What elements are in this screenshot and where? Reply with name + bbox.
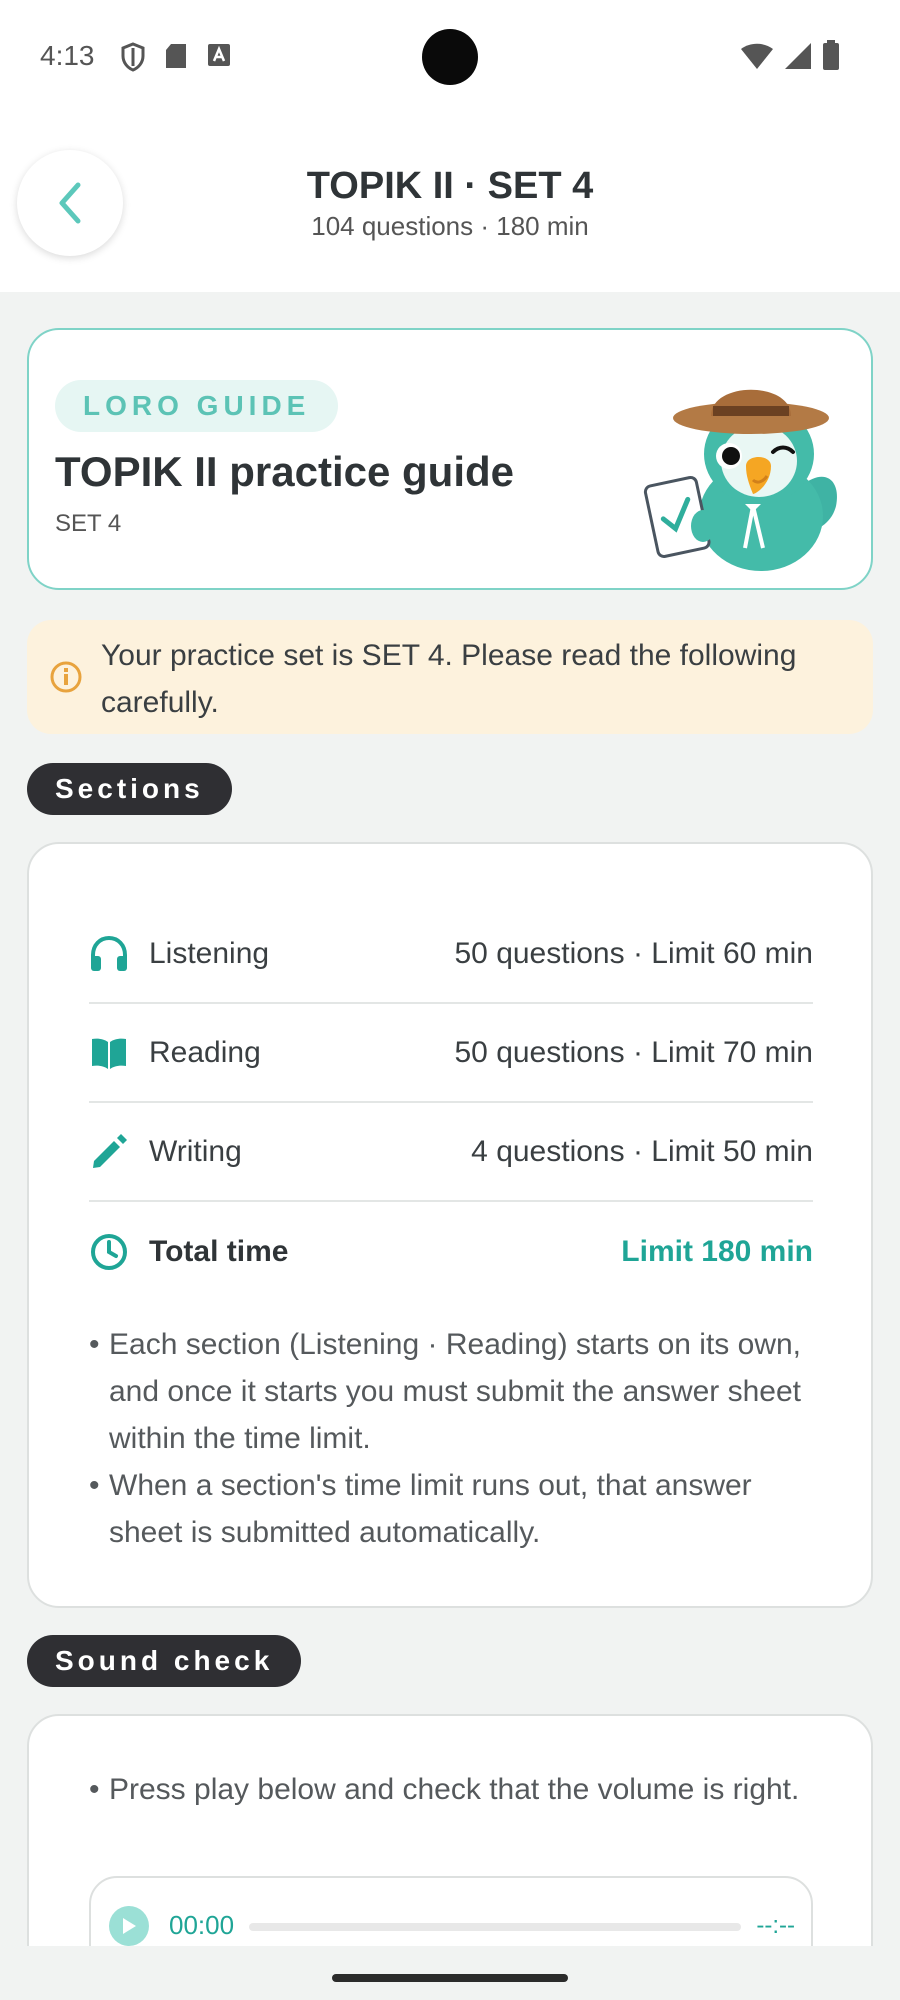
- page-title: TOPIK II · SET 4: [306, 165, 594, 207]
- player-duration: --:--: [756, 1912, 795, 1939]
- parrot-mascot-illustration: [643, 389, 837, 571]
- font-icon: [208, 44, 230, 66]
- sections-heading: Sections: [27, 763, 232, 815]
- section-row-total: Total time Limit 180 min: [89, 1202, 813, 1301]
- section-row-reading: Reading 50 questions · Limit 70 min: [89, 1004, 813, 1103]
- play-icon: [123, 1918, 136, 1934]
- info-icon: [50, 661, 82, 693]
- row-value: 4 questions · Limit 50 min: [471, 1134, 813, 1168]
- row-label: Listening: [149, 936, 270, 970]
- list-item: Press play below and check that the volu…: [89, 1766, 829, 1813]
- system-nav-bar: [0, 1946, 900, 2000]
- book-icon: [89, 1033, 129, 1073]
- status-icons-left: [120, 42, 232, 72]
- signal-icon: [785, 43, 811, 69]
- sound-check-heading: Sound check: [27, 1635, 302, 1687]
- guide-card: LORO GUIDE TOPIK II practice guide SET 4: [27, 328, 873, 590]
- page-subtitle: 104 questions · 180 min: [311, 211, 589, 241]
- status-bar: 4:13: [0, 0, 900, 115]
- row-label: Writing: [149, 1134, 242, 1168]
- pencil-icon: [89, 1132, 129, 1172]
- row-value: 50 questions · Limit 70 min: [454, 1035, 813, 1069]
- row-label: Total time: [149, 1234, 289, 1268]
- header: TOPIK II · SET 4 104 questions · 180 min: [0, 115, 900, 292]
- row-value: 50 questions · Limit 60 min: [454, 936, 813, 970]
- status-time: 4:13: [40, 40, 95, 71]
- sound-check-notes: Press play below and check that the volu…: [89, 1766, 829, 1813]
- shield-icon: [121, 42, 145, 72]
- guide-title: TOPIK II practice guide: [55, 448, 515, 495]
- list-item: Each section (Listening · Reading) start…: [89, 1321, 829, 1462]
- status-icons-right: [740, 40, 840, 70]
- sections-card: Listening 50 questions · Limit 60 min Re…: [27, 842, 873, 1608]
- notice-banner: Your practice set is SET 4. Please read …: [27, 620, 873, 734]
- sd-card-icon: [166, 44, 186, 68]
- headphones-icon: [89, 934, 129, 974]
- section-row-writing: Writing 4 questions · Limit 50 min: [89, 1103, 813, 1202]
- row-label: Reading: [149, 1035, 261, 1069]
- sections-notes: Each section (Listening · Reading) start…: [89, 1321, 829, 1556]
- clock-icon: [89, 1232, 129, 1272]
- player-current-time: 00:00: [169, 1910, 235, 1940]
- audio-progress-slider[interactable]: [249, 1923, 741, 1931]
- guide-badge: LORO GUIDE: [55, 380, 339, 432]
- section-row-listening: Listening 50 questions · Limit 60 min: [89, 905, 813, 1004]
- notice-text: Your practice set is SET 4. Please read …: [101, 639, 797, 719]
- list-item: When a section's time limit runs out, th…: [89, 1462, 829, 1556]
- front-camera: [422, 29, 478, 85]
- row-value: Limit 180 min: [621, 1234, 813, 1268]
- wifi-icon: [741, 43, 773, 69]
- play-button[interactable]: [109, 1906, 149, 1946]
- guide-set-label: SET 4: [55, 510, 122, 537]
- home-gesture-handle[interactable]: [332, 1974, 568, 1982]
- battery-icon: [823, 40, 839, 70]
